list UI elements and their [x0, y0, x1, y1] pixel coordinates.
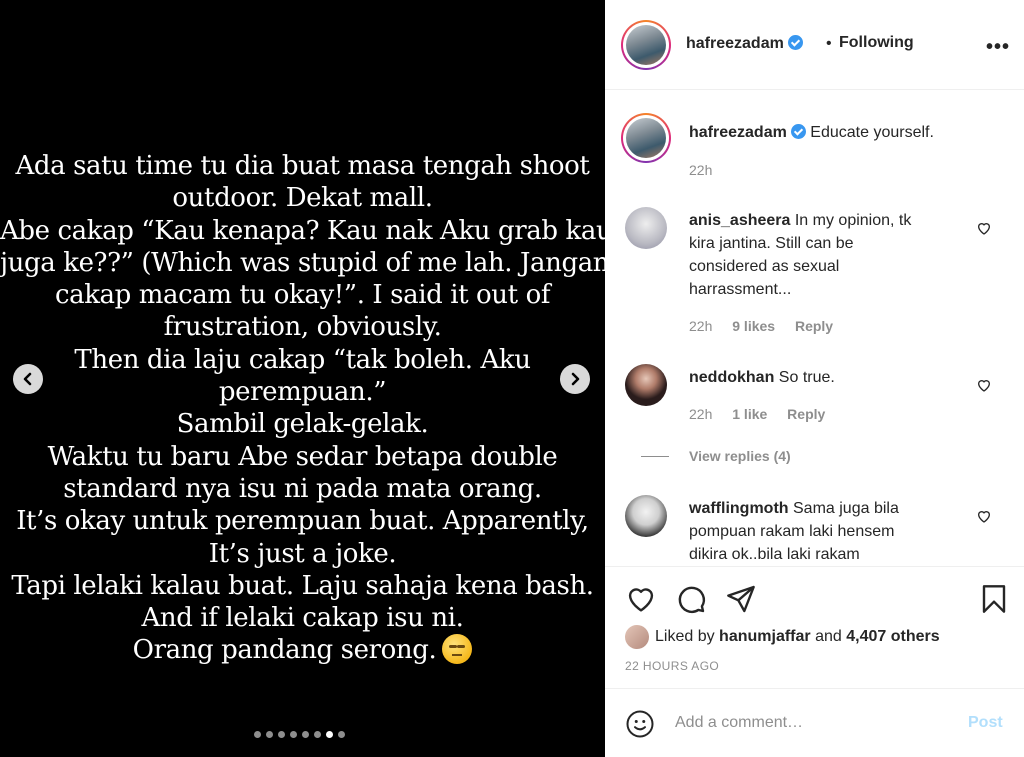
- add-comment-bar: Add a comment… Post: [605, 688, 1024, 757]
- comment-icon[interactable]: [675, 583, 707, 615]
- expressionless-face-icon: [442, 634, 473, 665]
- comment-line: Sama juga bila: [793, 500, 899, 517]
- post-button[interactable]: Post: [968, 714, 1003, 732]
- caption-username[interactable]: hafreezadam: [689, 124, 787, 141]
- post-sidebar: hafreezadam • Following ••• hafreezadam …: [605, 0, 1024, 757]
- post-header: hafreezadam • Following •••: [605, 0, 1024, 90]
- story-text: Ada satu time tu dia buat masa tengah sh…: [0, 150, 613, 667]
- story-line: perempuan.”: [218, 377, 387, 408]
- story-line: It’s okay untuk perempuan buat. Apparent…: [16, 506, 589, 537]
- story-line: Tapi lelaki kalau buat. Laju sahaja kena…: [11, 570, 594, 601]
- comments-list[interactable]: hafreezadam Educate yourself. 22h anis_a…: [605, 91, 1024, 566]
- following-button[interactable]: Following: [839, 34, 914, 52]
- like-comment-heart-icon[interactable]: [976, 220, 992, 236]
- reply-button[interactable]: Reply: [795, 318, 833, 334]
- carousel-next-button[interactable]: [560, 364, 590, 394]
- save-bookmark-icon[interactable]: [978, 583, 1010, 615]
- story-line: Ada satu time tu dia buat masa tengah sh…: [15, 151, 590, 181]
- comment-time[interactable]: 22h: [689, 318, 712, 334]
- carousel-dot-active: [326, 731, 333, 738]
- story-line: Then dia laju cakap “tak boleh. Aku: [74, 344, 531, 375]
- more-options-icon[interactable]: •••: [986, 36, 1010, 59]
- chevron-left-icon: [23, 372, 32, 386]
- comment-text: neddokhan So true.: [689, 366, 969, 389]
- header-username[interactable]: hafreezadam: [686, 35, 803, 53]
- comment-text: wafflingmoth Sama juga bila pompuan raka…: [689, 497, 969, 566]
- separator-dot: •: [826, 35, 832, 52]
- story-line: cakap macam tu okay!”. I said it out of: [54, 280, 551, 311]
- comment-line: harrassment...: [689, 281, 792, 298]
- story-line: juga ke??” (Which was stupid of me lah. …: [0, 247, 610, 278]
- comment-username[interactable]: anis_asheera: [689, 212, 790, 229]
- story-line: frustration, obviously.: [163, 312, 442, 343]
- avatar[interactable]: [625, 207, 667, 249]
- comment-likes[interactable]: 9 likes: [732, 318, 775, 334]
- likes-and: and: [815, 628, 842, 645]
- carousel-dot: [314, 731, 321, 738]
- carousel-dot: [338, 731, 345, 738]
- comment-line: dikira ok..bila laki rakam: [689, 546, 860, 563]
- story-line: outdoor. Dekat mall.: [172, 183, 433, 214]
- reply-button[interactable]: Reply: [787, 406, 825, 422]
- emoji-smiley-icon[interactable]: [625, 709, 655, 739]
- comment-username[interactable]: wafflingmoth: [689, 500, 789, 517]
- carousel-prev-button[interactable]: [13, 364, 43, 394]
- liked-by-label: Liked by: [655, 628, 715, 645]
- likes-others-button[interactable]: 4,407 others: [846, 628, 939, 646]
- comment-line: So true.: [778, 369, 835, 386]
- avatar[interactable]: [625, 495, 667, 537]
- carousel-dot: [254, 731, 261, 738]
- avatar[interactable]: [625, 364, 667, 406]
- comment-line: considered as sexual: [689, 258, 840, 275]
- post-media[interactable]: Ada satu time tu dia buat masa tengah sh…: [0, 0, 613, 757]
- carousel-dot: [290, 731, 297, 738]
- view-replies-button[interactable]: View replies (4): [641, 448, 791, 464]
- like-comment-heart-icon[interactable]: [976, 377, 992, 393]
- carousel-dot: [266, 731, 273, 738]
- story-line: Waktu tu baru Abe sedar betapa double: [47, 441, 558, 472]
- post-actions: Liked by hanumjaffar and 4,407 others 22…: [605, 566, 1024, 688]
- carousel-dot: [302, 731, 309, 738]
- comment-line: pompuan rakam laki hensem: [689, 523, 895, 540]
- liker-avatar[interactable]: [625, 625, 649, 649]
- verified-badge-icon: [790, 124, 806, 139]
- carousel-dot: [278, 731, 285, 738]
- comment-likes[interactable]: 1 like: [732, 406, 767, 422]
- comment-meta: 22h 1 like Reply: [689, 406, 841, 422]
- verified-badge-icon: [787, 35, 803, 50]
- comment-meta: 22h 9 likes Reply: [689, 318, 849, 334]
- story-line: Sambil gelak-gelak.: [176, 409, 429, 440]
- caption-body: Educate yourself.: [810, 124, 934, 141]
- comment-time[interactable]: 22h: [689, 406, 712, 422]
- caption-meta: 22h: [689, 162, 728, 178]
- comment-text: anis_asheera In my opinion, tk kira jant…: [689, 209, 969, 301]
- story-line: Abe cakap “Kau kenapa? Kau nak Aku grab …: [0, 215, 613, 246]
- share-icon[interactable]: [725, 583, 757, 615]
- comment-line: kira jantina. Still can be: [689, 235, 854, 252]
- carousel-indicator: [254, 731, 345, 738]
- likes-summary: Liked by hanumjaffar and 4,407 others: [625, 625, 940, 649]
- avatar[interactable]: [621, 20, 671, 70]
- post-timestamp[interactable]: 22 HOURS AGO: [625, 659, 719, 673]
- comment-username[interactable]: neddokhan: [689, 369, 774, 386]
- story-line: standard nya isu ni pada mata orang.: [63, 473, 542, 504]
- story-line-text: Orang pandang serong.: [132, 635, 437, 666]
- story-line-last: Orang pandang serong.: [0, 634, 605, 666]
- story-line: And if lelaki cakap isu ni.: [141, 603, 464, 634]
- caption-time[interactable]: 22h: [689, 162, 712, 178]
- username-text[interactable]: hafreezadam: [686, 35, 784, 52]
- comment-line: In my opinion, tk: [794, 212, 912, 229]
- story-line: It’s just a joke.: [208, 538, 397, 569]
- caption-avatar[interactable]: [621, 113, 671, 163]
- like-comment-heart-icon[interactable]: [976, 508, 992, 524]
- like-heart-icon[interactable]: [625, 583, 657, 615]
- chevron-right-icon: [571, 372, 580, 386]
- liker-username[interactable]: hanumjaffar: [719, 628, 811, 646]
- caption-text: hafreezadam Educate yourself.: [689, 121, 969, 144]
- comment-input[interactable]: Add a comment…: [675, 714, 803, 732]
